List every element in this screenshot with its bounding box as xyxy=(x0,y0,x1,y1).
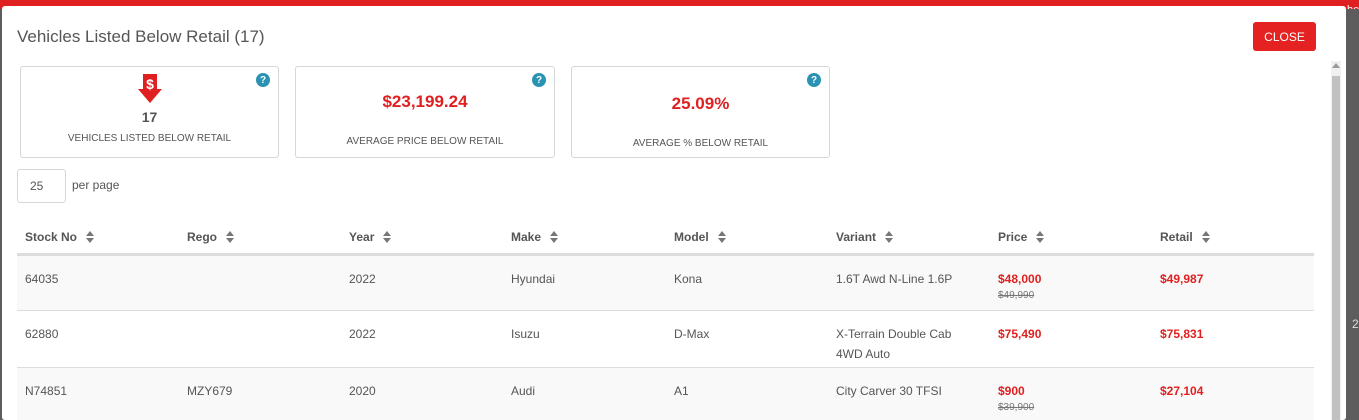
sort-icon xyxy=(383,231,392,243)
sort-icon xyxy=(1201,231,1210,243)
card-vehicles-below-retail: $ ? 17 VEHICLES LISTED BELOW RETAIL xyxy=(20,66,279,158)
cell-price: $48,000 $49,990 xyxy=(998,269,1041,303)
svg-text:$: $ xyxy=(146,76,154,92)
sort-icon xyxy=(550,231,559,243)
card-average-price-below-retail: ? $23,199.24 AVERAGE PRICE BELOW RETAIL xyxy=(295,66,555,158)
previous-price: $49,990 xyxy=(998,290,1035,301)
column-header-variant[interactable]: Variant xyxy=(836,230,894,244)
cell-price: $75,490 xyxy=(998,324,1041,344)
column-header-price[interactable]: Price xyxy=(998,230,1045,244)
cell-stock-no: 64035 xyxy=(25,272,59,286)
cell-variant: X-Terrain Double Cab 4WD Auto xyxy=(836,327,952,361)
cell-year: 2022 xyxy=(349,272,376,286)
per-page-select[interactable]: 25 xyxy=(17,169,66,203)
price-value: $900 xyxy=(998,384,1025,398)
cell-make: Audi xyxy=(511,384,536,398)
help-icon[interactable]: ? xyxy=(807,73,821,87)
cell-make: Hyundai xyxy=(511,272,556,286)
previous-price: $39,900 xyxy=(998,402,1035,413)
card-value: 25.09% xyxy=(671,94,730,113)
sort-icon xyxy=(885,231,894,243)
column-header-year[interactable]: Year xyxy=(349,230,392,244)
modal-title: Vehicles Listed Below Retail (17) xyxy=(17,27,265,46)
cell-retail: $27,104 xyxy=(1160,384,1204,398)
cell-year: 2022 xyxy=(349,327,376,341)
sort-icon xyxy=(717,231,726,243)
cell-model: A1 xyxy=(674,384,689,398)
sort-icon xyxy=(86,231,95,243)
background-text-fragment: 2 xyxy=(1352,317,1359,331)
table-header: Stock No Rego Year Make Model Variant Pr… xyxy=(17,220,1314,256)
sort-icon xyxy=(226,231,234,243)
card-average-percent-below-retail: ? 25.09% AVERAGE % BELOW RETAIL xyxy=(571,66,830,158)
cell-retail: $75,831 xyxy=(1160,327,1204,341)
table-row[interactable]: N74851 MZY679 2020 Audi A1 City Carver 3… xyxy=(17,368,1314,420)
table-row[interactable]: 62880 2022 Isuzu D-Max X-Terrain Double … xyxy=(17,311,1314,368)
cell-stock-no: N74851 xyxy=(25,384,68,398)
column-header-model[interactable]: Model xyxy=(674,230,726,244)
column-header-rego[interactable]: Rego xyxy=(187,230,234,244)
price-value: $48,000 xyxy=(998,272,1042,286)
cell-retail: $49,987 xyxy=(1160,272,1204,286)
table-row[interactable]: 64035 2022 Hyundai Kona 1.6T Awd N-Line … xyxy=(17,256,1314,311)
cell-make: Isuzu xyxy=(511,327,540,341)
price-value: $75,490 xyxy=(998,327,1042,341)
vehicles-table: Stock No Rego Year Make Model Variant Pr… xyxy=(17,220,1314,420)
scrollbar-thumb[interactable] xyxy=(1332,76,1340,420)
below-retail-modal: Vehicles Listed Below Retail (17) CLOSE … xyxy=(2,6,1346,420)
modal-scrollbar[interactable] xyxy=(1331,61,1341,420)
column-header-retail[interactable]: Retail xyxy=(1160,230,1210,244)
column-header-make[interactable]: Make xyxy=(511,230,559,244)
scroll-up-icon[interactable] xyxy=(1332,63,1340,68)
sort-icon xyxy=(1036,231,1045,243)
help-icon[interactable]: ? xyxy=(256,73,270,87)
cell-stock-no: 62880 xyxy=(25,327,59,341)
cell-price: $900 $39,900 xyxy=(998,381,1034,415)
card-label: AVERAGE PRICE BELOW RETAIL xyxy=(346,136,504,147)
cell-model: Kona xyxy=(674,272,703,286)
cell-rego: MZY679 xyxy=(187,384,233,398)
card-label: VEHICLES LISTED BELOW RETAIL xyxy=(67,133,232,144)
card-value: 17 xyxy=(141,109,158,125)
per-page-label: per page xyxy=(72,178,120,192)
close-button[interactable]: CLOSE xyxy=(1253,22,1316,51)
cell-year: 2020 xyxy=(349,384,376,398)
card-label: AVERAGE % BELOW RETAIL xyxy=(632,138,769,149)
cell-variant: City Carver 30 TFSI xyxy=(836,384,942,398)
card-value: $23,199.24 xyxy=(382,92,468,111)
cell-model: D-Max xyxy=(674,327,710,341)
background-page-right: 2 xyxy=(1346,9,1359,420)
column-header-stock-no[interactable]: Stock No xyxy=(25,230,95,244)
help-icon[interactable]: ? xyxy=(532,73,546,87)
dollar-down-arrow-icon: $ xyxy=(138,74,162,103)
cell-variant: 1.6T Awd N-Line 1.6P xyxy=(836,272,953,286)
